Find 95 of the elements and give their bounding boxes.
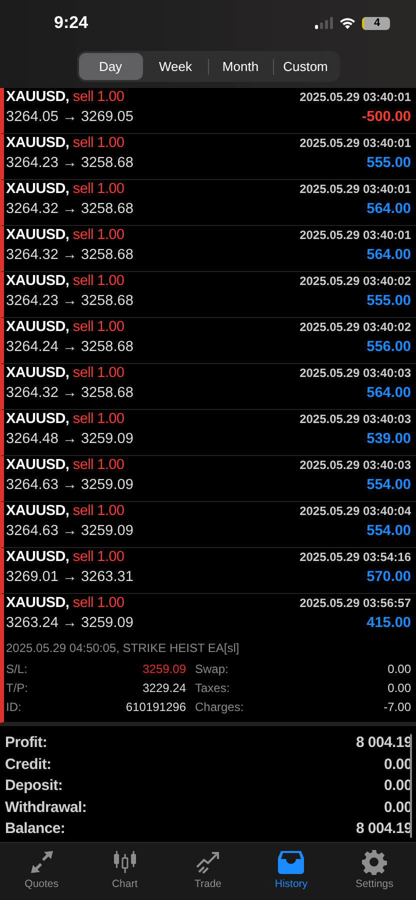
- settings-icon: [361, 848, 388, 874]
- trade-title: XAUUSD, sell 1.00: [6, 457, 124, 473]
- signal-icon: [315, 17, 333, 29]
- trade-prices: 3264.32 → 3258.68: [6, 385, 134, 401]
- detail-label: S/L:: [6, 662, 28, 676]
- trade-title: XAUUSD, sell 1.00: [6, 365, 124, 381]
- trade-title: XAUUSD, sell 1.00: [6, 595, 124, 611]
- detail-label: Taxes:: [194, 681, 231, 695]
- trade-time: 2025.05.29 03:40:01: [300, 182, 411, 196]
- trade-prices: 3264.23 → 3258.68: [6, 155, 134, 171]
- summary-label: Withdrawal:: [5, 798, 87, 816]
- period-tab[interactable]: Month: [208, 53, 272, 80]
- trade-prices: 3263.24 → 3259.09: [6, 615, 134, 631]
- inbox-icon: [277, 848, 306, 874]
- tab-bar-item[interactable]: Chart: [83, 848, 166, 900]
- trade-prices: 3264.63 → 3259.09: [6, 523, 134, 539]
- trade-prices: 3264.24 → 3258.68: [6, 339, 134, 355]
- detail-label: Charges:: [194, 700, 245, 714]
- detail-value: -7.00: [382, 700, 411, 714]
- trade-time: 2025.05.29 03:40:04: [300, 504, 411, 518]
- trade-row[interactable]: XAUUSD, sell 1.00 2025.05.29 03:40:03 3264.48 → 3259.09 539.00: [0, 410, 416, 456]
- tab-bar-item[interactable]: Settings: [332, 848, 416, 900]
- trade-profit: 554.00: [366, 477, 411, 493]
- trade-title: XAUUSD, sell 1.00: [6, 181, 124, 197]
- trade-profit: 555.00: [366, 293, 411, 309]
- detail-value: 0.00: [386, 662, 411, 676]
- trade-profit: 564.00: [366, 201, 411, 217]
- trade-prices: 3264.63 → 3259.09: [6, 477, 134, 493]
- trade-title: XAUUSD, sell 1.00: [6, 549, 124, 565]
- trade-prices: 3264.32 → 3258.68: [6, 201, 134, 217]
- trade-title: XAUUSD, sell 1.00: [6, 319, 124, 335]
- trade-prices: 3264.23 → 3258.68: [6, 293, 134, 309]
- period-tab[interactable]: Day: [78, 53, 142, 80]
- trade-profit: 554.00: [366, 523, 411, 539]
- trade-profit: 556.00: [366, 339, 411, 355]
- summary-label: Balance:: [5, 820, 66, 838]
- detail-label: ID:: [6, 700, 22, 714]
- trade-prices: 3264.48 → 3259.09: [6, 431, 134, 447]
- trade-time: 2025.05.29 03:40:01: [300, 228, 411, 242]
- trade-profit: 415.00: [366, 615, 411, 631]
- trade-profit: -500.00: [362, 109, 411, 125]
- trade-time: 2025.05.29 03:54:16: [300, 550, 411, 564]
- tab-bar-item[interactable]: Quotes: [0, 848, 84, 900]
- detail-value: 3259.09: [142, 662, 186, 676]
- trade-title: XAUUSD, sell 1.00: [6, 273, 124, 289]
- status-time: 9:24: [54, 13, 88, 33]
- battery-icon: 4: [362, 16, 390, 30]
- trade-time: 2025.05.29 03:40:03: [300, 366, 411, 380]
- trade-row[interactable]: XAUUSD, sell 1.00 2025.05.29 03:40:03 3264.32 → 3258.68 564.00: [0, 364, 416, 410]
- summary-label: Credit:: [5, 756, 52, 773]
- trade-row[interactable]: XAUUSD, sell 1.00 2025.05.29 03:40:02 3264.23 → 3258.68 555.00: [0, 272, 416, 318]
- trade-row[interactable]: XAUUSD, sell 1.00 2025.05.29 03:40:01 3264.32 → 3258.68 564.00: [0, 226, 416, 272]
- trade-row[interactable]: XAUUSD, sell 1.00 2025.05.29 03:40:04 3264.63 → 3259.09 554.00: [0, 502, 416, 548]
- trade-time: 2025.05.29 03:40:02: [300, 274, 411, 288]
- close-info: 2025.05.29 04:50:05, STRIKE HEIST EA[sl]: [6, 641, 240, 655]
- trade-title: XAUUSD, sell 1.00: [6, 89, 124, 105]
- trade-row[interactable]: XAUUSD, sell 1.00 2025.05.29 03:40:03 3264.63 → 3259.09 554.00: [0, 456, 416, 502]
- trade-title: XAUUSD, sell 1.00: [6, 227, 124, 243]
- trade-row[interactable]: XAUUSD, sell 1.00 2025.05.29 03:40:01 3264.23 → 3258.68 555.00: [0, 134, 416, 180]
- trade-row[interactable]: XAUUSD, sell 1.00 2025.05.29 03:56:57 3263.24 → 3259.09 415.00 2025.05.29 04:50:05, STRIKE HEIST EA[sl] S/L: 3259.09 Swap: 0.00 T/P: 3229.24 Taxes: 0.00 ID: 610191296 Charges: -7.00: [0, 594, 416, 723]
- trade-time: 2025.05.29 03:40:03: [300, 412, 411, 426]
- candlestick-icon: [112, 848, 138, 874]
- wifi-icon: [339, 17, 356, 29]
- trade-time: 2025.05.29 03:40:01: [300, 136, 411, 150]
- period-tab[interactable]: Custom: [274, 53, 338, 80]
- tab-bar-item[interactable]: History: [250, 848, 333, 900]
- detail-value: 0.00: [386, 681, 411, 695]
- summary-label: Deposit:: [5, 777, 63, 794]
- trade-profit: 539.00: [366, 431, 411, 447]
- summary-label: Profit:: [5, 734, 48, 752]
- trade-title: XAUUSD, sell 1.00: [6, 135, 124, 151]
- trade-row[interactable]: XAUUSD, sell 1.00 2025.05.29 03:40:02 3264.24 → 3258.68 556.00: [0, 318, 416, 364]
- trade-profit: 564.00: [366, 247, 411, 263]
- trade-prices: 3264.32 → 3258.68: [6, 247, 134, 263]
- trade-time: 2025.05.29 03:40:02: [300, 320, 411, 334]
- trade-row[interactable]: XAUUSD, sell 1.00 2025.05.29 03:40:01 3264.32 → 3258.68 564.00: [0, 180, 416, 226]
- trade-time: 2025.05.29 03:56:57: [300, 596, 411, 610]
- period-tab[interactable]: Week: [144, 53, 208, 80]
- tab-bar-item[interactable]: Trade: [166, 848, 250, 900]
- trade-time: 2025.05.29 03:40:01: [300, 90, 411, 104]
- trade-row[interactable]: XAUUSD, sell 1.00 2025.05.29 03:54:16 3269.01 → 3263.31 570.00: [0, 548, 416, 594]
- trade-profit: 564.00: [366, 385, 411, 401]
- trade-profit: 570.00: [366, 569, 411, 585]
- detail-value: 3229.24: [142, 681, 186, 695]
- trade-prices: 3264.05 → 3269.05: [6, 109, 134, 125]
- detail-label: Swap:: [194, 662, 230, 676]
- trade-time: 2025.05.29 03:40:03: [300, 458, 411, 472]
- trade-row[interactable]: XAUUSD, sell 1.00 2025.05.29 03:40:01 3264.05 → 3269.05 -500.00: [0, 88, 416, 134]
- trade-profit: 555.00: [366, 155, 411, 171]
- trade-title: XAUUSD, sell 1.00: [6, 503, 124, 519]
- detail-label: T/P:: [6, 681, 30, 695]
- trade-title: XAUUSD, sell 1.00: [6, 411, 124, 427]
- double-arrow-icon: [28, 848, 55, 874]
- trade-prices: 3269.01 → 3263.31: [6, 569, 134, 585]
- detail-value: 610191296: [124, 700, 186, 714]
